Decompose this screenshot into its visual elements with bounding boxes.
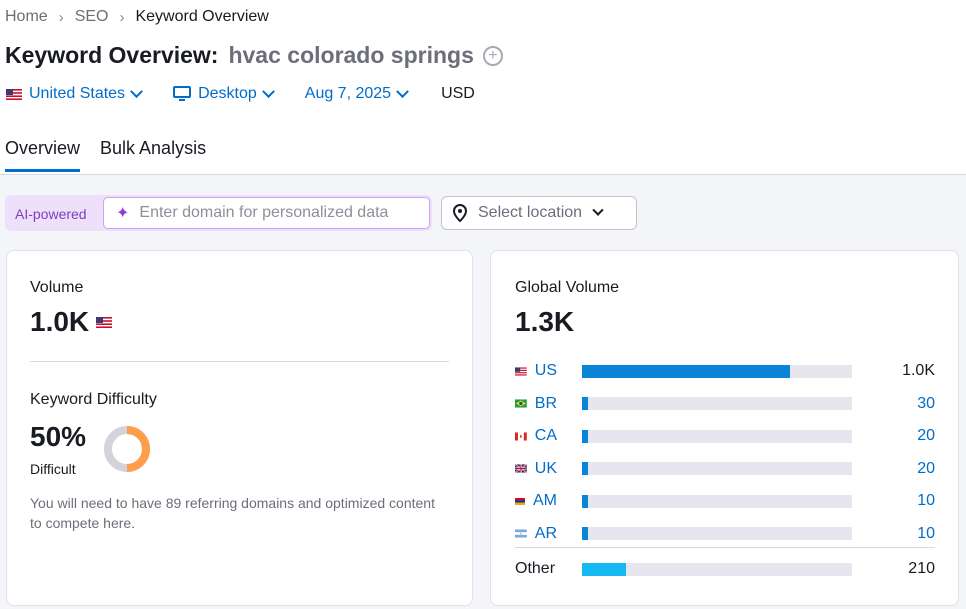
ai-powered-badge: AI-powered [15,206,87,222]
device-label: Desktop [198,85,257,102]
ca-flag-icon [515,432,527,441]
location-placeholder: Select location [478,204,583,221]
domain-input[interactable]: ✦ Enter domain for personalized data [103,197,430,229]
breadcrumb: Home › SEO › Keyword Overview [5,8,269,26]
country-volume-list: US 1.0K BR 30 CA 20 UK 20 AM 10 AR 10 [515,355,935,550]
country-volume-row: UK 20 [515,453,935,486]
filters-bar: United States Desktop Aug 7, 2025 USD [6,84,475,103]
device-selector[interactable]: Desktop [173,84,275,103]
us-flag-icon [515,367,527,376]
tab-overview[interactable]: Overview [5,138,81,172]
us-flag-icon [6,88,22,100]
chevron-right-icon: › [58,8,64,26]
country-volume-value[interactable]: 20 [917,427,935,445]
breadcrumb-home[interactable]: Home [5,8,48,26]
country-volume-row: AM 10 [515,485,935,518]
global-volume-label: Global Volume [515,279,620,296]
volume-bar-track [582,494,852,508]
volume-bar-fill [582,562,626,576]
country-link[interactable]: US [515,362,557,380]
kd-label: Keyword Difficulty [30,391,157,408]
tabs: Overview Bulk Analysis [5,138,226,172]
country-selector[interactable]: United States [6,84,143,103]
country-volume-value[interactable]: 20 [917,460,935,478]
other-value: 210 [908,560,935,577]
country-link[interactable]: CA [515,427,557,445]
page-title: Keyword Overview: hvac colorado springs … [5,42,503,69]
country-code: CA [534,427,557,445]
breadcrumb-seo[interactable]: SEO [75,8,109,26]
currency-label: USD [441,85,475,102]
country-code: UK [534,459,557,477]
volume-bar-fill [582,494,588,508]
volume-bar-fill [582,527,588,541]
divider [30,361,449,362]
country-volume-row: CA 20 [515,420,935,453]
tab-bulk-analysis[interactable]: Bulk Analysis [100,138,206,172]
page-title-label: Keyword Overview: [5,42,219,68]
volume-bar-fill [582,364,790,378]
country-volume-row: AR 10 [515,518,935,551]
date-selector[interactable]: Aug 7, 2025 [304,84,409,103]
chevron-down-icon [261,84,275,98]
breadcrumb-current: Keyword Overview [135,8,269,25]
country-code: AM [533,492,557,510]
br-flag-icon [515,399,527,408]
location-pin-icon [452,204,468,222]
kd-donut-chart [104,426,150,472]
uk-flag-icon [515,464,527,474]
country-code: BR [534,394,557,412]
add-circle-icon[interactable]: + [482,45,503,66]
chevron-down-icon [396,84,409,98]
country-link[interactable]: AM [515,492,557,510]
volume-bar-fill [582,462,588,476]
country-volume-value[interactable]: 10 [917,492,935,510]
kd-value: 50% [30,421,87,452]
country-volume-value: 1.0K [902,362,935,380]
date-label: Aug 7, 2025 [304,85,392,102]
global-volume-card: Global Volume 1.3K US 1.0K BR 30 CA 20 UK 20 AM 1… [490,250,959,606]
ai-domain-box: AI-powered ✦ Enter domain for personaliz… [5,195,432,231]
country-code: US [534,362,557,380]
chevron-down-icon [592,204,604,216]
chevron-down-icon [130,84,143,98]
country-link[interactable]: UK [515,460,557,478]
kd-description: You will need to have 89 referring domai… [30,495,435,531]
volume-bar-fill [582,429,588,443]
ar-flag-icon [515,529,527,538]
chevron-right-icon: › [119,8,125,26]
other-volume-row: Other 210 [515,553,935,585]
country-volume-value[interactable]: 30 [917,395,935,413]
page-header: Home › SEO › Keyword Overview Keyword Ov… [0,0,966,175]
domain-input-placeholder: Enter domain for personalized data [139,204,389,221]
volume-value-row: 1.0K [30,306,113,338]
country-link[interactable]: AR [515,525,557,543]
volume-bar-track [582,462,852,476]
volume-bar-track [582,397,852,411]
other-label: Other [515,560,556,577]
volume-card: Volume 1.0K Keyword Difficulty 50% Diffi… [6,250,473,606]
am-flag-icon [515,497,525,505]
sparkle-icon: ✦ [116,205,130,222]
desktop-icon [173,86,192,101]
volume-bar-fill [582,397,589,411]
volume-bar-track [582,429,852,443]
volume-value: 1.0K [30,306,90,337]
country-link[interactable]: BR [515,395,557,413]
volume-bar-track [582,364,852,378]
country-volume-value[interactable]: 10 [917,525,935,543]
keyword-text: hvac colorado springs [228,42,474,68]
country-label: United States [29,85,126,102]
volume-bar-track [582,562,852,576]
divider [515,547,935,548]
country-volume-row: US 1.0K [515,355,935,388]
volume-label: Volume [30,279,84,296]
country-code: AR [534,524,557,542]
kd-level: Difficult [30,461,76,477]
location-select[interactable]: Select location [441,196,637,230]
country-volume-row: BR 30 [515,388,935,421]
volume-bar-track [582,527,852,541]
global-volume-value: 1.3K [515,306,575,337]
us-flag-icon [96,316,113,328]
